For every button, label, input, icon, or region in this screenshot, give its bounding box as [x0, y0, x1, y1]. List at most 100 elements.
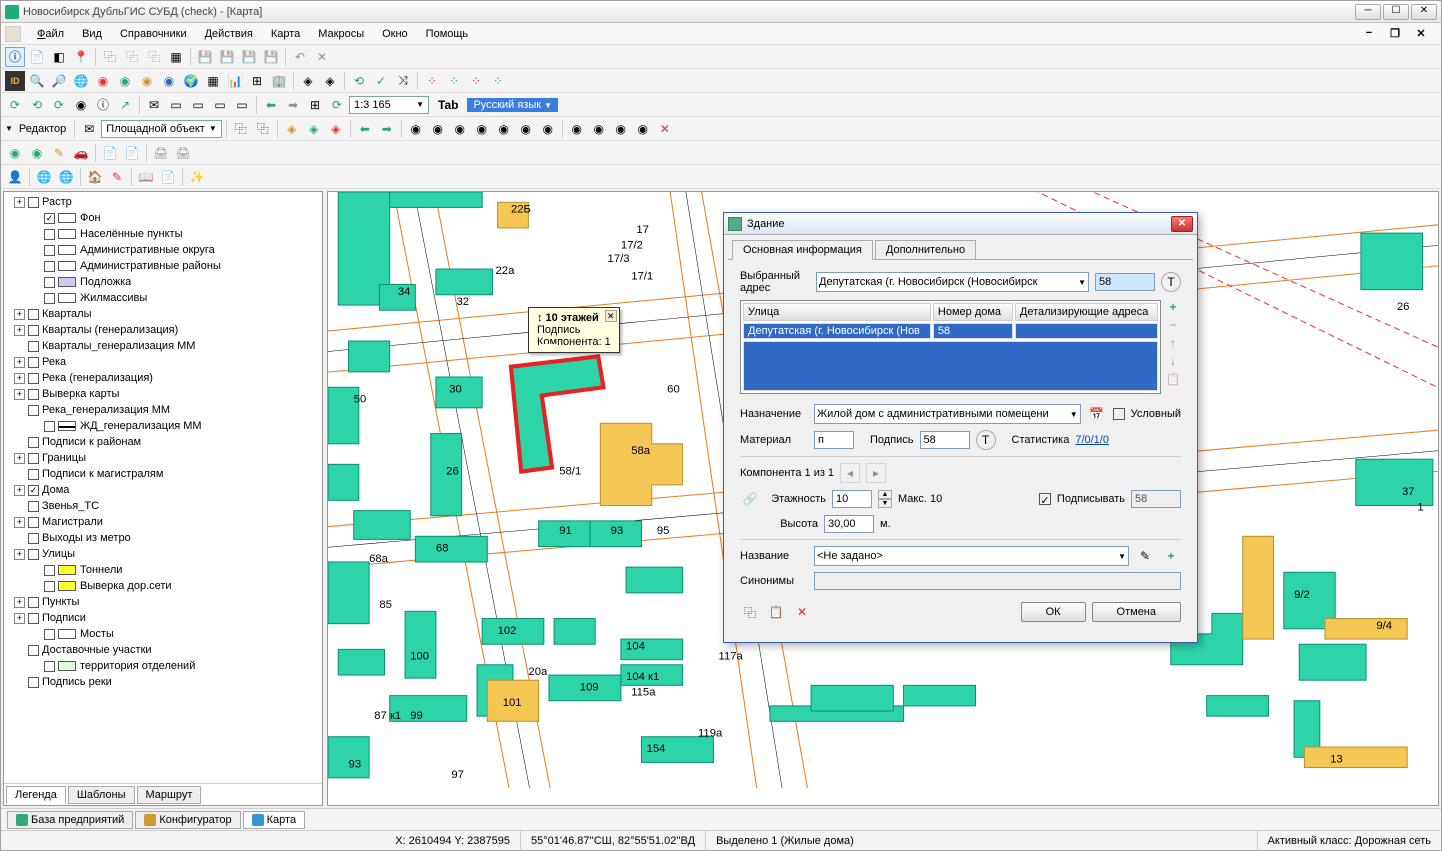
layer-name[interactable]: Подписи к районам: [42, 436, 141, 448]
doc-icon[interactable]: 📄: [27, 47, 47, 67]
layer-row[interactable]: Подписи к районам: [6, 434, 320, 450]
expand-icon[interactable]: +: [14, 485, 25, 496]
chart-icon[interactable]: 📊: [225, 71, 245, 91]
save3-icon[interactable]: 💾: [239, 47, 259, 67]
e7-icon[interactable]: ➡: [377, 119, 397, 139]
layer-checkbox[interactable]: [28, 357, 39, 368]
expand-icon[interactable]: +: [14, 613, 25, 624]
layer-name[interactable]: Кварталы: [42, 308, 91, 320]
g6-icon[interactable]: 📖: [136, 167, 156, 187]
menu-window[interactable]: Окно: [374, 26, 416, 42]
expand-icon[interactable]: +: [14, 549, 25, 560]
layer-row[interactable]: + Кварталы: [6, 306, 320, 322]
layer-name[interactable]: Растр: [42, 196, 72, 208]
close-button[interactable]: ✕: [1411, 4, 1437, 20]
cancel-button[interactable]: Отмена: [1092, 602, 1181, 622]
layer-checkbox[interactable]: [28, 613, 39, 624]
layer-row[interactable]: Подпись реки: [6, 674, 320, 690]
layer-row[interactable]: +Границы: [6, 450, 320, 466]
layer-name[interactable]: Фон: [80, 212, 101, 224]
t12-icon[interactable]: ▭: [188, 95, 208, 115]
t14-icon[interactable]: ▭: [232, 95, 252, 115]
layer-row[interactable]: +Пункты: [6, 594, 320, 610]
t3-icon[interactable]: ◉: [137, 71, 157, 91]
pin-icon[interactable]: 📍: [71, 47, 91, 67]
layer-name[interactable]: Река: [42, 356, 66, 368]
mdi-minimize[interactable]: −: [1361, 27, 1377, 41]
menu-help[interactable]: Помощь: [418, 26, 477, 42]
layer-row[interactable]: +Кварталы (генерализация): [6, 322, 320, 338]
save4-icon[interactable]: 💾: [261, 47, 281, 67]
poly-icon[interactable]: ✉: [79, 119, 99, 139]
expand-icon[interactable]: +: [14, 453, 25, 464]
e6-icon[interactable]: ⬅: [355, 119, 375, 139]
expand-icon[interactable]: +: [14, 309, 25, 320]
layer-checkbox[interactable]: [44, 261, 55, 272]
e9-icon[interactable]: ◉: [428, 119, 448, 139]
expand-icon[interactable]: +: [14, 325, 25, 336]
tab-route[interactable]: Маршрут: [137, 786, 202, 804]
tab-map[interactable]: Карта: [243, 811, 305, 829]
t2-icon[interactable]: ◉: [115, 71, 135, 91]
e4-icon[interactable]: ◈: [304, 119, 324, 139]
tooltip-close-icon[interactable]: ✕: [605, 310, 617, 322]
layers-tree[interactable]: +Растр✓ФонНаселённые пунктыАдминистратив…: [4, 192, 322, 783]
layer-checkbox[interactable]: [28, 325, 39, 336]
delete-dlg-icon[interactable]: ✕: [792, 602, 812, 622]
e16-icon[interactable]: ◉: [589, 119, 609, 139]
dialog-close-button[interactable]: ✕: [1171, 216, 1193, 232]
scale-select[interactable]: 1:3 165▼: [349, 96, 429, 114]
e3-icon[interactable]: ◈: [282, 119, 302, 139]
building-icon[interactable]: 🏢: [269, 71, 289, 91]
menu-file[interactable]: Файл: [29, 26, 72, 42]
menu-view[interactable]: Вид: [74, 26, 110, 42]
menu-macros[interactable]: Макросы: [310, 26, 372, 42]
layer-name[interactable]: Звенья_ТС: [42, 500, 99, 512]
mdi-close[interactable]: ✕: [1413, 27, 1429, 41]
layer-row[interactable]: Подложка: [6, 274, 320, 290]
menu-refs[interactable]: Справочники: [112, 26, 195, 42]
f1-icon[interactable]: ◉: [5, 143, 25, 163]
layer-row[interactable]: +Растр: [6, 194, 320, 210]
e17-icon[interactable]: ◉: [611, 119, 631, 139]
layer-checkbox[interactable]: [28, 677, 39, 688]
text-icon[interactable]: T: [1161, 272, 1181, 292]
floors-down-icon[interactable]: ▼: [878, 499, 892, 508]
layer-row[interactable]: Жилмассивы: [6, 290, 320, 306]
save2-icon[interactable]: 💾: [217, 47, 237, 67]
layer-row[interactable]: Доставочные участки: [6, 642, 320, 658]
t9-icon[interactable]: ⟲: [349, 71, 369, 91]
layer-name[interactable]: Административные округа: [80, 244, 215, 256]
t4-icon[interactable]: ◉: [159, 71, 179, 91]
paste-dlg-icon[interactable]: 📋: [766, 602, 786, 622]
layer-checkbox[interactable]: [28, 549, 39, 560]
layer-name[interactable]: Кварталы_генерализация ММ: [42, 340, 195, 352]
f2-icon[interactable]: ◉: [27, 143, 47, 163]
f3-icon[interactable]: ✎: [49, 143, 69, 163]
layer-name[interactable]: Улицы: [42, 548, 75, 560]
layer-name[interactable]: Река (генерализация): [42, 372, 153, 384]
layer-name[interactable]: Пункты: [42, 596, 79, 608]
t8-icon[interactable]: ◈: [320, 71, 340, 91]
g3-icon[interactable]: 🌐: [56, 167, 76, 187]
layer-row[interactable]: +Магистрали: [6, 514, 320, 530]
g2-icon[interactable]: 🌐: [34, 167, 54, 187]
layer-name[interactable]: Выверка карты: [42, 388, 119, 400]
t16-icon[interactable]: ⟳: [327, 95, 347, 115]
layer-checkbox[interactable]: [28, 501, 39, 512]
earth-icon[interactable]: 🌍: [181, 71, 201, 91]
dots1-icon[interactable]: ⁘: [422, 71, 442, 91]
layer-row[interactable]: Река_генерализация ММ: [6, 402, 320, 418]
dots3-icon[interactable]: ⁘: [466, 71, 486, 91]
layer-name[interactable]: Выходы из метро: [42, 532, 131, 544]
refresh-icon[interactable]: ⟳: [5, 95, 25, 115]
layer-name[interactable]: Населённые пункты: [80, 228, 183, 240]
t11-icon[interactable]: ▭: [166, 95, 186, 115]
sync2-icon[interactable]: ⟳: [49, 95, 69, 115]
save-icon[interactable]: 💾: [195, 47, 215, 67]
preview-icon[interactable]: 🖨: [173, 143, 193, 163]
layer-checkbox[interactable]: [28, 341, 39, 352]
e15-icon[interactable]: ◉: [567, 119, 587, 139]
layer-checkbox[interactable]: [28, 309, 39, 320]
e2-icon[interactable]: ⿻: [253, 119, 273, 139]
